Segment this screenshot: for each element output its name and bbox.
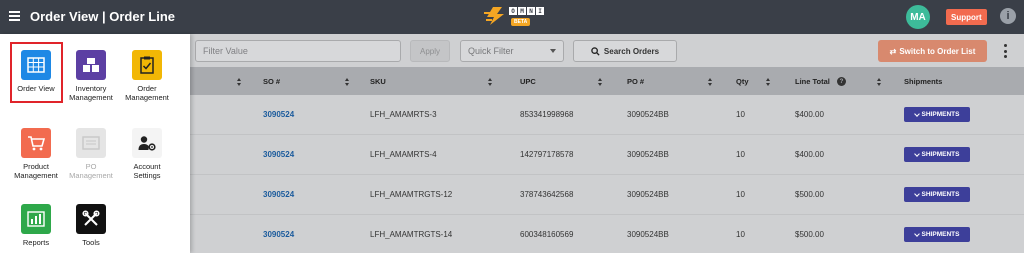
avatar[interactable]: MA: [906, 5, 930, 29]
table-row[interactable]: [190, 95, 1024, 135]
line-total-cell: $400.00: [795, 110, 824, 119]
po-cell: 3090524BB: [627, 150, 669, 159]
sort-icon[interactable]: [766, 78, 771, 86]
document-icon: [76, 128, 106, 158]
sku-cell: LFH_AMAMTRGTS-14: [370, 230, 453, 239]
menu-item-reports[interactable]: Reports: [6, 204, 66, 247]
tools-icon: [76, 204, 106, 234]
hamburger-menu-icon[interactable]: [9, 11, 20, 21]
table-row[interactable]: [190, 215, 1024, 253]
shipments-button[interactable]: SHIPMENTS: [904, 107, 970, 122]
upc-cell: 600348160569: [520, 230, 574, 239]
page-title: Order View | Order Line: [30, 9, 175, 24]
bolt-icon: [484, 7, 504, 25]
line-total-cell: $500.00: [795, 230, 824, 239]
help-icon[interactable]: ?: [837, 77, 846, 86]
search-orders-button[interactable]: Search Orders: [573, 40, 677, 62]
sort-icon[interactable]: [237, 78, 242, 86]
column-so[interactable]: SO #: [263, 77, 280, 86]
column-line-total[interactable]: Line Total: [795, 77, 830, 86]
menu-item-label: PO Management: [69, 162, 113, 180]
menu-item-inventory-management[interactable]: Inventory Management: [61, 50, 121, 102]
menu-item-po-management: PO Management: [61, 128, 121, 180]
sort-icon[interactable]: [488, 78, 493, 86]
qty-cell: 10: [736, 190, 745, 199]
column-sku[interactable]: SKU: [370, 77, 386, 86]
menu-item-label: Tools: [82, 238, 100, 247]
po-cell: 3090524BB: [627, 190, 669, 199]
column-po[interactable]: PO #: [627, 77, 644, 86]
menu-item-label: Order Management: [125, 84, 169, 102]
clipboard-icon: [132, 50, 162, 80]
upc-cell: 853341998968: [520, 110, 574, 119]
filter-value-input[interactable]: Filter Value: [195, 40, 401, 62]
line-total-cell: $400.00: [795, 150, 824, 159]
menu-item-label: Product Management: [14, 162, 58, 180]
switch-to-order-list-button[interactable]: ⇄ Switch to Order List: [878, 40, 987, 62]
more-options-icon[interactable]: [1003, 44, 1007, 58]
upc-cell: 142797178578: [520, 150, 574, 159]
shipments-button[interactable]: SHIPMENTS: [904, 187, 970, 202]
user-gear-icon: [132, 128, 162, 158]
sku-cell: LFH_AMAMRTS-4: [370, 150, 437, 159]
line-total-cell: $500.00: [795, 190, 824, 199]
menu-item-product-management[interactable]: Product Management: [6, 128, 66, 180]
chevron-down-icon: [913, 190, 920, 197]
shipments-button[interactable]: SHIPMENTS: [904, 227, 970, 242]
qty-cell: 10: [736, 230, 745, 239]
sku-cell: LFH_AMAMRTS-3: [370, 110, 437, 119]
shipments-button[interactable]: SHIPMENTS: [904, 147, 970, 162]
menu-item-order-management[interactable]: Order Management: [117, 50, 177, 102]
quick-filter-select[interactable]: Quick Filter: [460, 40, 564, 62]
bar-chart-icon: [21, 204, 51, 234]
beta-badge: BETA: [511, 18, 531, 26]
so-number-link[interactable]: 3090524: [263, 150, 294, 159]
qty-cell: 10: [736, 150, 745, 159]
so-number-link[interactable]: 3090524: [263, 110, 294, 119]
upc-cell: 378743642568: [520, 190, 574, 199]
column-qty[interactable]: Qty: [736, 77, 749, 86]
switch-label: Switch to Order List: [899, 46, 976, 56]
apply-button[interactable]: Apply: [410, 40, 450, 62]
column-shipments: Shipments: [904, 77, 943, 86]
quick-filter-label: Quick Filter: [468, 46, 514, 56]
table-header: [190, 67, 1024, 95]
menu-item-tools[interactable]: Tools: [61, 204, 121, 247]
chevron-down-icon: [913, 110, 920, 117]
boxes-icon: [76, 50, 106, 80]
menu-item-label: Account Settings: [133, 162, 161, 180]
table-row[interactable]: [190, 135, 1024, 175]
menu-item-label: Reports: [22, 238, 50, 247]
cart-icon: [21, 128, 51, 158]
menu-item-account-settings[interactable]: Account Settings: [117, 128, 177, 180]
swap-icon: ⇄: [889, 46, 897, 56]
selection-highlight: [10, 42, 63, 103]
info-icon[interactable]: i: [1000, 8, 1016, 24]
search-orders-label: Search Orders: [603, 46, 660, 56]
chevron-down-icon: [913, 150, 920, 157]
sort-icon[interactable]: [345, 78, 350, 86]
caret-down-icon: [550, 49, 556, 53]
support-button[interactable]: Support: [946, 9, 987, 25]
so-number-link[interactable]: 3090524: [263, 190, 294, 199]
omni-wordmark: O M N I: [509, 7, 544, 15]
chevron-down-icon: [913, 230, 920, 237]
menu-item-label: Inventory Management: [69, 84, 113, 102]
top-bar: Order View | Order Line O M N I BETA MA …: [0, 0, 1024, 34]
qty-cell: 10: [736, 110, 745, 119]
sku-cell: LFH_AMAMTRGTS-12: [370, 190, 453, 199]
omni-logo: O M N I BETA: [484, 5, 544, 29]
column-upc[interactable]: UPC: [520, 77, 536, 86]
search-icon: [591, 46, 600, 56]
table-row[interactable]: [190, 175, 1024, 215]
sort-icon[interactable]: [877, 78, 882, 86]
po-cell: 3090524BB: [627, 110, 669, 119]
sort-icon[interactable]: [598, 78, 603, 86]
po-cell: 3090524BB: [627, 230, 669, 239]
so-number-link[interactable]: 3090524: [263, 230, 294, 239]
sort-icon[interactable]: [708, 78, 713, 86]
